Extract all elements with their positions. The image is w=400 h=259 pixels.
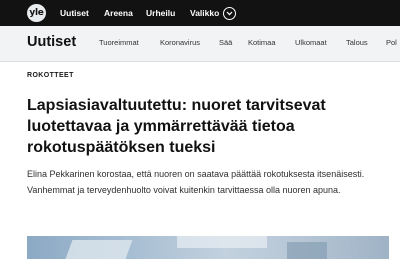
section-link-kotimaa[interactable]: Kotimaa (248, 38, 276, 47)
top-nav-urheilu[interactable]: Urheilu (146, 0, 175, 26)
top-nav-uutiset[interactable]: Uutiset (60, 0, 89, 26)
section-link-ulkomaat[interactable]: Ulkomaat (295, 38, 327, 47)
top-nav-areena[interactable]: Areena (104, 0, 133, 26)
section-link-saa[interactable]: Sää (219, 38, 232, 47)
top-nav-label: Urheilu (146, 8, 176, 18)
top-nav-label: Uutiset (60, 8, 89, 18)
section-link-koronavirus[interactable]: Koronavirus (160, 38, 200, 47)
section-link-tuoreimmat[interactable]: Tuoreimmat (99, 38, 139, 47)
top-navigation-bar: yle Uutiset Areena Urheilu Valikko (0, 0, 400, 26)
menu-button[interactable]: Valikko (190, 0, 237, 26)
chevron-down-icon (223, 6, 237, 20)
top-nav-label: Areena (104, 8, 133, 18)
article-kicker[interactable]: ROKOTTEET (27, 72, 74, 79)
article-lead: Elina Pekkarinen korostaa, että nuoren o… (27, 169, 365, 195)
yle-logo[interactable]: yle (27, 4, 46, 22)
section-title[interactable]: Uutiset (27, 34, 76, 50)
yle-logo-text: yle (29, 7, 44, 18)
article-hero-image (27, 236, 389, 259)
section-navigation-bar: Uutiset Tuoreimmat Koronavirus Sää Kotim… (0, 26, 400, 62)
section-link-politiikka[interactable]: Pol (386, 38, 397, 47)
section-link-talous[interactable]: Talous (346, 38, 368, 47)
article-headline: Lapsiasiavaltuutettu: nuoret tarvitsevat… (27, 97, 326, 156)
menu-label: Valikko (190, 8, 220, 18)
